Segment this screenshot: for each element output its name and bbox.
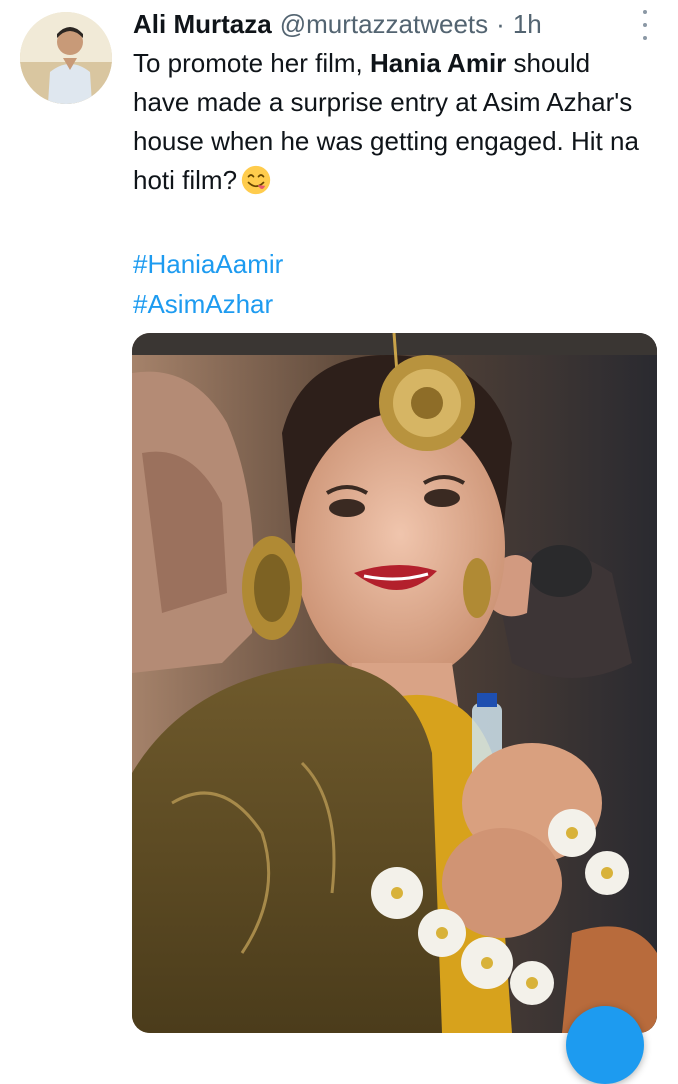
hashtag-link[interactable]: #AsimAzhar [133,284,283,324]
tweet-header: Ali Murtaza @murtazzatweets · 1h [133,6,658,42]
author-name[interactable]: Ali Murtaza [133,9,272,40]
separator-dot: · [496,8,505,39]
tweet-text: To promote her film, Hania Amir should h… [133,44,653,200]
avatar[interactable] [20,12,112,104]
author-handle[interactable]: @murtazzatweets [280,9,488,40]
tweet-text-part1: To promote her film, [133,48,370,78]
hashtag-link[interactable]: #HaniaAamir [133,244,283,284]
tweet-media-video[interactable] [132,333,657,1033]
compose-tweet-icon[interactable] [566,1006,644,1084]
more-vertical-icon[interactable] [640,10,650,40]
face-savoring-food-icon [241,165,271,195]
tweet-time[interactable]: 1h [513,9,542,40]
mention-name: Hania Amir [369,48,507,78]
tweet[interactable]: Ali Murtaza @murtazzatweets · 1h To prom… [0,0,678,1084]
avatar-image [20,12,112,104]
hashtags: #HaniaAamir #AsimAzhar [133,244,283,324]
media-thumbnail [132,333,657,1033]
